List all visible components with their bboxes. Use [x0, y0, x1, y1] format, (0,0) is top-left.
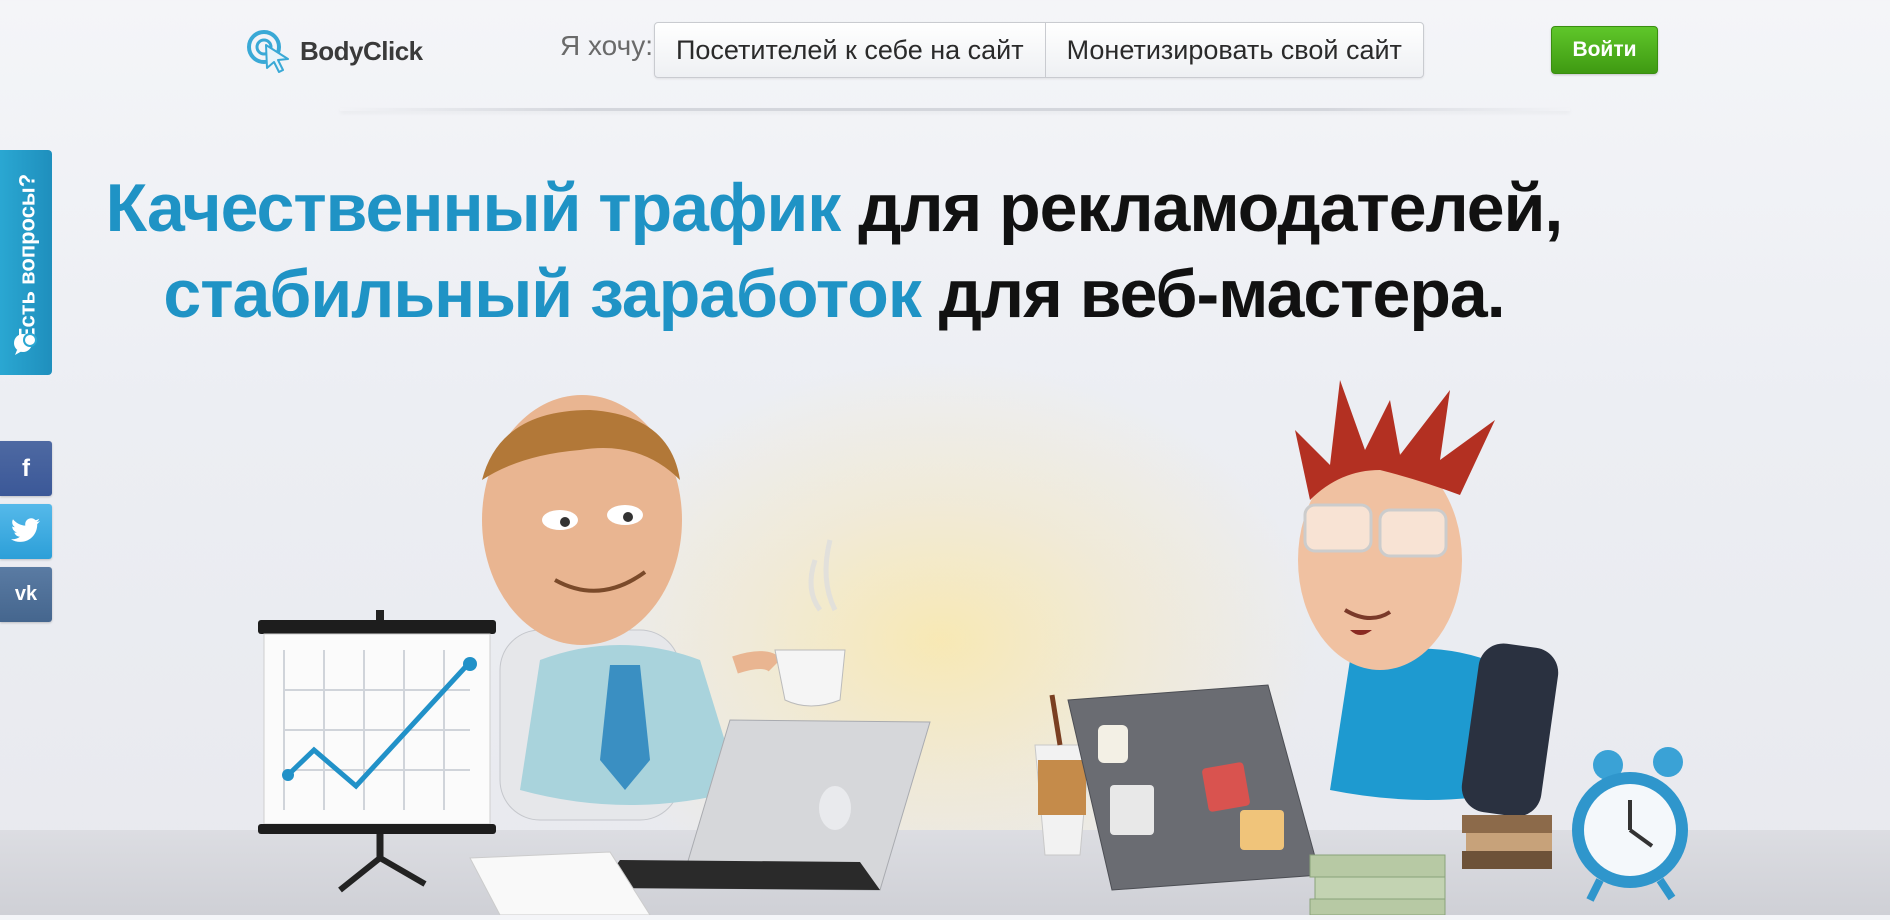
- webmaster-character: [1295, 380, 1559, 817]
- growth-chart-board: [258, 610, 496, 893]
- book-stack: [1462, 815, 1552, 869]
- hero-illustration: [258, 380, 1688, 915]
- alarm-clock: [1572, 747, 1688, 902]
- money-stack: [1309, 854, 1446, 915]
- dark-laptop-with-stickers: [1067, 684, 1321, 891]
